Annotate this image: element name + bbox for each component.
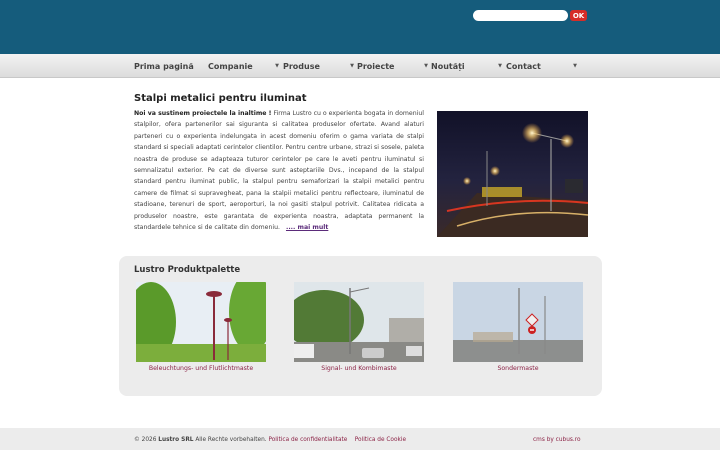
nav-item-label: Prima pagină — [134, 61, 194, 71]
nav-item-label: Proiecte — [357, 61, 395, 71]
product-card-lighting-masts[interactable]: Beleuchtungs- und Flutlichtmaste — [136, 282, 266, 372]
nav-item-proiecte[interactable]: Proiecte ▼ — [357, 54, 431, 78]
chevron-down-icon: ▼ — [573, 63, 577, 69]
read-more-link[interactable]: .... mai mult — [286, 224, 328, 231]
lighting-masts-photo — [136, 282, 266, 362]
palette-title: Lustro Produktpalette — [134, 265, 241, 275]
product-card-signal-masts[interactable]: Signal- und Kombimaste — [294, 282, 424, 372]
intro-paragraph: Noi va sustinem proiectele la inaltime !… — [134, 108, 424, 233]
intro-lead: Noi va sustinem proiectele la inaltime ! — [134, 110, 272, 117]
rights-text: Alle Rechte vorbehalten. — [195, 437, 267, 443]
cookie-policy-link[interactable]: Politica de Cookie — [355, 437, 406, 443]
nav-item-label: Companie — [208, 61, 253, 71]
page-title: Stalpi metalici pentru iluminat — [134, 93, 307, 104]
street-lights-night-photo — [437, 111, 588, 237]
product-palette: Lustro Produktpalette Beleuchtungs- und … — [119, 256, 602, 396]
nav-item-label: Contact — [506, 61, 541, 71]
copyright-year: © 2026 — [134, 437, 157, 443]
main-nav: Prima pagină Companie ▼ Produse ▼ Proiec… — [0, 54, 720, 78]
product-caption: Beleuchtungs- und Flutlichtmaste — [148, 365, 254, 372]
chevron-down-icon: ▼ — [350, 63, 354, 69]
site-footer: © 2026 Lustro SRL Alle Rechte vorbehalte… — [0, 428, 720, 450]
nav-item-label: Noutăți — [431, 61, 465, 71]
intro-body: Firma Lustro cu o experienta bogata in d… — [134, 110, 425, 232]
chevron-down-icon: ▼ — [498, 63, 502, 69]
nav-item-contact[interactable]: Contact ▼ — [506, 54, 580, 78]
product-caption: Signal- und Kombimaste — [321, 365, 397, 372]
nav-item-home[interactable]: Prima pagină — [134, 54, 208, 78]
site-header: OK — [0, 0, 720, 54]
nav-item-produse[interactable]: Produse ▼ — [283, 54, 357, 78]
search-button[interactable]: OK — [570, 10, 587, 21]
nav-item-noutati[interactable]: Noutăți ▼ — [431, 54, 505, 78]
special-masts-photo — [453, 282, 583, 362]
nav-item-label: Produse — [283, 61, 320, 71]
chevron-down-icon: ▼ — [424, 63, 428, 69]
company-name: Lustro SRL — [158, 437, 194, 443]
cms-credit-link[interactable]: cms by cubus.ro — [533, 437, 581, 443]
signal-masts-photo — [294, 282, 424, 362]
chevron-down-icon: ▼ — [275, 63, 279, 69]
privacy-policy-link[interactable]: Politica de confidentialitate — [268, 437, 347, 443]
search-bar: OK — [473, 10, 587, 21]
search-input[interactable] — [473, 10, 568, 21]
footer-copyright: © 2026 Lustro SRL Alle Rechte vorbehalte… — [134, 437, 406, 443]
product-caption: Sondermaste — [497, 365, 539, 372]
nav-item-companie[interactable]: Companie ▼ — [208, 54, 282, 78]
product-card-special-masts[interactable]: Sondermaste — [453, 282, 583, 372]
